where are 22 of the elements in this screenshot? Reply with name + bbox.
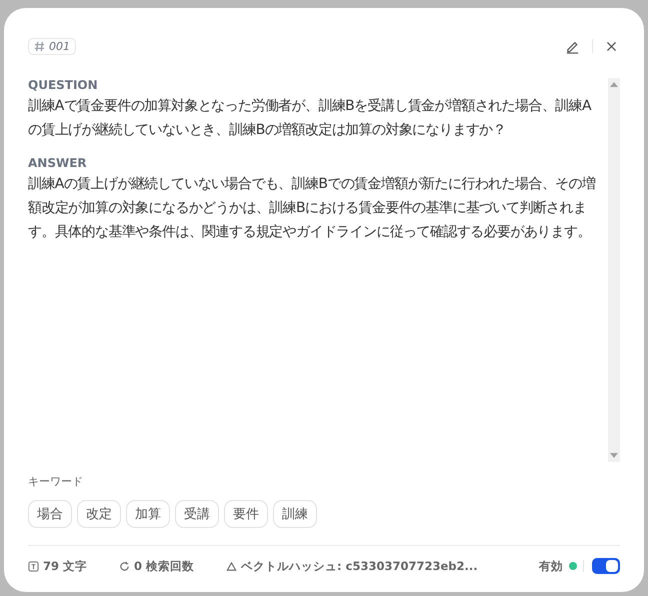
keyword-chip[interactable]: 改定 xyxy=(77,500,121,528)
character-count: 79 文字 xyxy=(43,558,88,574)
keyword-chip[interactable]: 要件 xyxy=(224,500,268,528)
answer-text: 訓練Aの賃上げが継続していない場合でも、訓練Bでの賃金増額が新たに行われた場合、その増額改定が加算の対象になるかどうかは、訓練Bにおける賃金要件の基準に基づいて判断されます。具体的な基準や条件は、関連する規定やガイドラインに従って確認する必要があります。 xyxy=(28,175,596,242)
refresh-icon xyxy=(119,560,130,572)
text-icon xyxy=(28,560,39,572)
id-number: 001 xyxy=(49,40,70,52)
keyword-chip[interactable]: 訓練 xyxy=(273,500,317,528)
keyword-chip[interactable]: 場合 xyxy=(28,500,72,528)
search-count: 0 検索回数 xyxy=(134,558,194,574)
keywords-label: キーワード xyxy=(28,474,84,489)
status-label: 有効 xyxy=(539,558,563,574)
question-label: QUESTION xyxy=(28,78,99,92)
hash-icon xyxy=(34,40,45,52)
keyword-chip[interactable]: 加算 xyxy=(126,500,170,528)
enable-toggle[interactable] xyxy=(592,558,620,574)
answer-label: ANSWER xyxy=(28,156,88,170)
keyword-chip[interactable]: 受講 xyxy=(175,500,219,528)
triangle-icon xyxy=(226,560,238,572)
close-icon xyxy=(605,40,618,52)
vector-hash: ベクトルハッシュ: c53303707723eb2... xyxy=(241,558,478,574)
question-text: 訓練Aで賃金要件の加算対象となった労働者が、訓練Bを受講し賃金が増額された場合、訓練Aの賃上げが継続していないとき、訓練Bの増額改定は加算の対象になりますか？ xyxy=(28,97,592,140)
